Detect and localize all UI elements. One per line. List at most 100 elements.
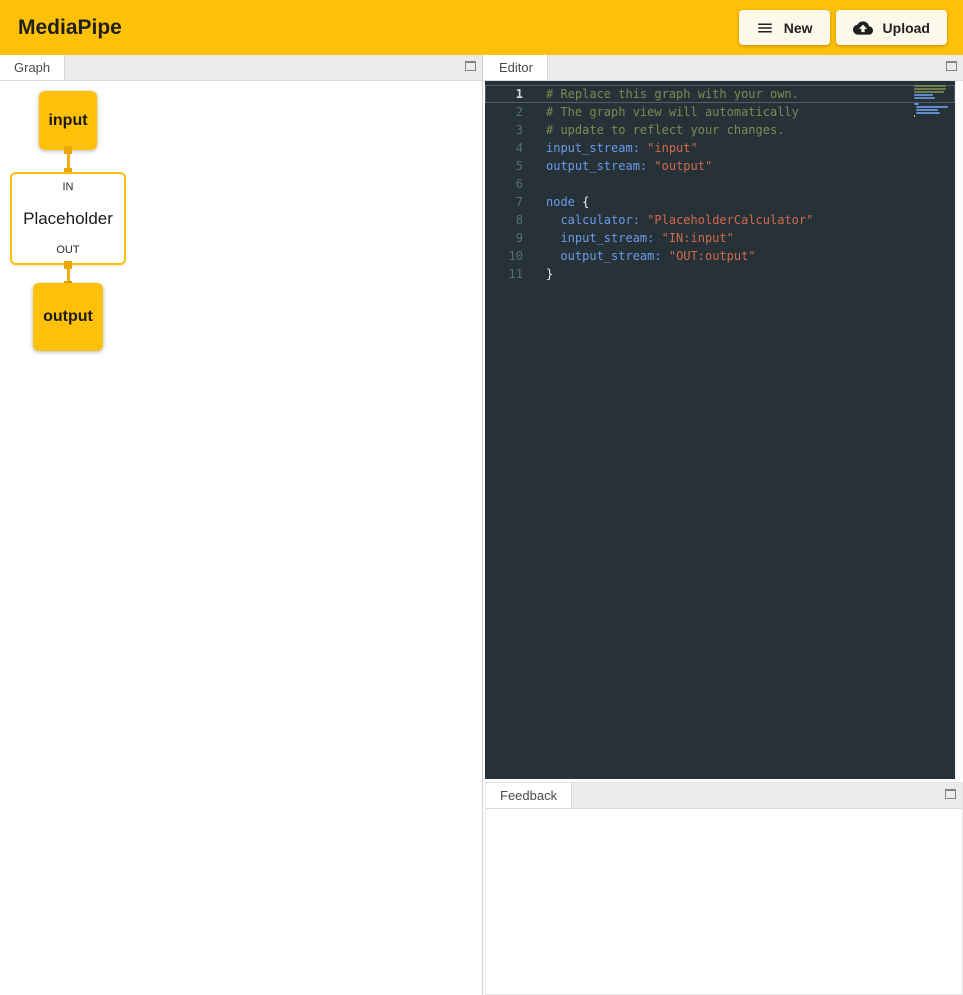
code-line[interactable]: 11} bbox=[485, 265, 955, 283]
code-text: # The graph view will automatically bbox=[523, 103, 799, 121]
code-text bbox=[523, 175, 546, 193]
code-line[interactable]: 3# update to reflect your changes. bbox=[485, 121, 955, 139]
line-number: 2 bbox=[485, 103, 523, 121]
code-line[interactable]: 7node { bbox=[485, 193, 955, 211]
feedback-maximize-icon[interactable] bbox=[945, 789, 956, 799]
output-node[interactable]: output bbox=[33, 283, 103, 351]
tab-feedback[interactable]: Feedback bbox=[486, 783, 572, 808]
minimap-line bbox=[916, 112, 940, 114]
line-number: 6 bbox=[485, 175, 523, 193]
code-line[interactable]: 2 # The graph view will automatically bbox=[485, 103, 955, 121]
minimap-line bbox=[914, 85, 946, 87]
editor-scrollbar-track[interactable] bbox=[955, 81, 963, 779]
line-number: 8 bbox=[485, 211, 523, 229]
line-number: 7 bbox=[485, 193, 523, 211]
graph-panel-header: Graph bbox=[0, 55, 482, 81]
in-port-label: IN bbox=[63, 181, 74, 193]
graph-maximize-icon[interactable] bbox=[465, 61, 476, 71]
code-text: # update to reflect your changes. bbox=[523, 121, 784, 139]
code-line[interactable]: 1 # Replace this graph with your own. bbox=[485, 85, 955, 103]
edge-wire bbox=[67, 269, 70, 281]
upload-button[interactable]: Upload bbox=[836, 10, 947, 45]
minimap-line bbox=[914, 115, 915, 117]
tab-graph[interactable]: Graph bbox=[0, 55, 65, 80]
app-title: MediaPipe bbox=[18, 16, 122, 40]
minimap-line bbox=[916, 109, 938, 111]
code-token: "output" bbox=[654, 159, 712, 173]
feedback-panel-header: Feedback bbox=[486, 783, 962, 809]
editor-panel-header: Editor bbox=[485, 55, 963, 81]
code-token bbox=[662, 249, 669, 263]
placeholder-node[interactable]: IN Placeholder OUT bbox=[10, 172, 126, 265]
minimap-line bbox=[914, 103, 919, 105]
code-text: output_stream: "output" bbox=[523, 157, 712, 175]
feedback-panel: Feedback bbox=[485, 782, 963, 995]
code-text: # Replace this graph with your own. bbox=[523, 85, 799, 103]
code-text: node { bbox=[523, 193, 589, 211]
code-text: output_stream: "OUT:output" bbox=[523, 247, 756, 265]
code-line[interactable]: 9 input_stream: "IN:input" bbox=[485, 229, 955, 247]
code-token: output_stream: bbox=[546, 159, 647, 173]
code-token: { bbox=[575, 195, 589, 209]
feedback-content bbox=[486, 809, 962, 994]
code-token: "OUT:output" bbox=[669, 249, 756, 263]
line-number: 9 bbox=[485, 229, 523, 247]
code-token bbox=[546, 249, 560, 263]
code-line[interactable]: 5output_stream: "output" bbox=[485, 157, 955, 175]
code-line[interactable]: 8 calculator: "PlaceholderCalculator" bbox=[485, 211, 955, 229]
code-line[interactable]: 10 output_stream: "OUT:output" bbox=[485, 247, 955, 265]
code-token: "IN:input" bbox=[662, 231, 734, 245]
line-number: 1 bbox=[485, 85, 523, 103]
source-port bbox=[64, 146, 72, 154]
upload-button-label: Upload bbox=[883, 20, 930, 36]
code-editor[interactable]: 1 # Replace this graph with your own. 2 # T… bbox=[485, 81, 955, 779]
app-header: MediaPipe New Upload bbox=[0, 0, 963, 55]
code-token bbox=[546, 213, 560, 227]
code-text: } bbox=[523, 265, 553, 283]
minimap-line bbox=[914, 94, 933, 96]
minimap-line bbox=[916, 106, 948, 108]
code-text: input_stream: "IN:input" bbox=[523, 229, 734, 247]
editor-maximize-icon[interactable] bbox=[946, 61, 957, 71]
code-line[interactable]: 4input_stream: "input" bbox=[485, 139, 955, 157]
graph-panel: Graph input IN Placeholder OUT output bbox=[0, 55, 483, 995]
code-token: "PlaceholderCalculator" bbox=[647, 213, 813, 227]
code-token: calculator: bbox=[560, 213, 639, 227]
code-token bbox=[654, 231, 661, 245]
editor-panel: Editor 1 # Replace this graph with your o… bbox=[485, 55, 963, 779]
code-token: # The graph view will automatically bbox=[546, 105, 799, 119]
code-text: calculator: "PlaceholderCalculator" bbox=[523, 211, 813, 229]
new-button[interactable]: New bbox=[739, 10, 830, 45]
graph-canvas[interactable]: input IN Placeholder OUT output bbox=[0, 81, 482, 995]
code-token: } bbox=[546, 267, 553, 281]
code-token: input_stream: bbox=[560, 231, 654, 245]
code-token: "input" bbox=[647, 141, 698, 155]
minimap-line bbox=[914, 88, 946, 90]
output-node-label: output bbox=[43, 308, 93, 326]
line-number: 5 bbox=[485, 157, 523, 175]
edge-wire bbox=[67, 154, 70, 168]
code-line[interactable]: 6 bbox=[485, 175, 955, 193]
menu-icon bbox=[756, 19, 774, 37]
line-number: 10 bbox=[485, 247, 523, 265]
out-port-label: OUT bbox=[56, 244, 79, 256]
code-text: input_stream: "input" bbox=[523, 139, 698, 157]
line-number: 4 bbox=[485, 139, 523, 157]
input-node[interactable]: input bbox=[39, 91, 97, 150]
minimap-line bbox=[914, 91, 944, 93]
minimap[interactable] bbox=[914, 85, 952, 118]
new-button-label: New bbox=[784, 20, 813, 36]
header-buttons: New Upload bbox=[739, 10, 953, 45]
code-token: node bbox=[546, 195, 575, 209]
code-token bbox=[546, 231, 560, 245]
source-port bbox=[64, 261, 72, 269]
code-token: input_stream: bbox=[546, 141, 640, 155]
code-token: # Replace this graph with your own. bbox=[546, 87, 799, 101]
code-lines: 1 # Replace this graph with your own. 2 # T… bbox=[485, 85, 955, 283]
input-node-label: input bbox=[48, 112, 87, 130]
placeholder-node-title: Placeholder bbox=[23, 209, 113, 229]
code-token: output_stream: bbox=[560, 249, 661, 263]
tab-editor[interactable]: Editor bbox=[485, 55, 548, 80]
minimap-line bbox=[914, 97, 935, 99]
cloud-upload-icon bbox=[853, 18, 873, 38]
